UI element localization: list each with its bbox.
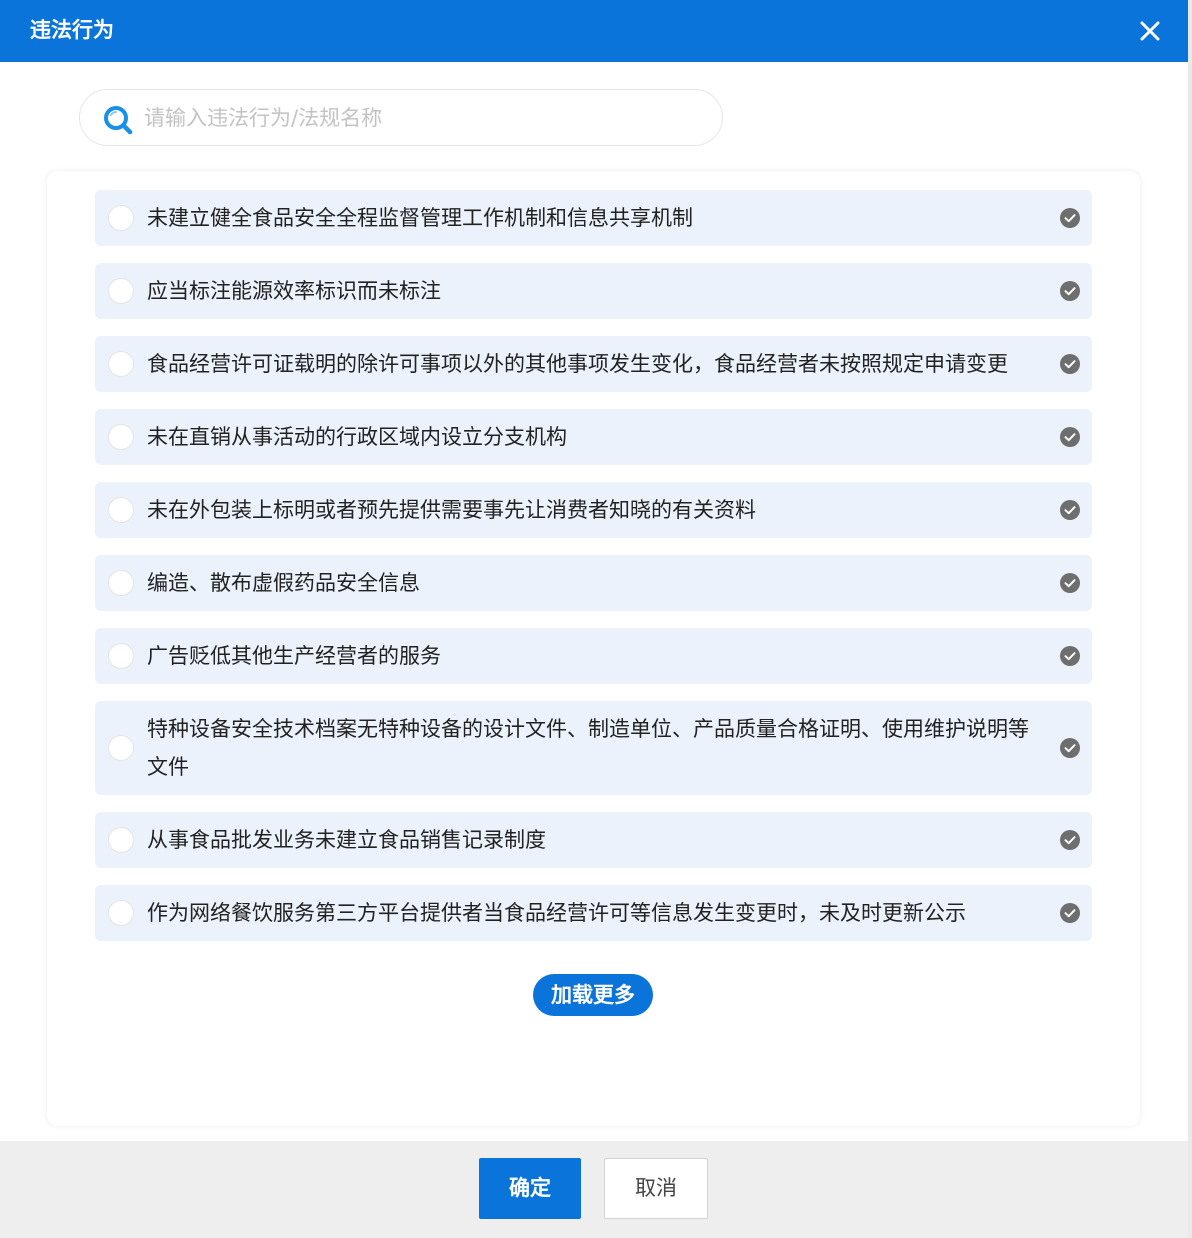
violation-list: 未建立健全食品安全全程监督管理工作机制和信息共享机制 应当标注能源效率标识而未标注… <box>95 190 1092 958</box>
list-item-label: 作为网络餐饮服务第三方平台提供者当食品经营许可等信息发生变更时，未及时更新公示 <box>147 901 966 925</box>
radio-button[interactable] <box>108 827 134 853</box>
radio-button[interactable] <box>108 424 134 450</box>
radio-button[interactable] <box>108 497 134 523</box>
list-item-label: 特种设备安全技术档案无特种设备的设计文件、制造单位、产品质量合格证明、使用维护说… <box>147 717 1029 779</box>
list-item[interactable]: 食品经营许可证载明的除许可事项以外的其他事项发生变化，食品经营者未按照规定申请变… <box>95 336 1092 392</box>
check-circle-icon <box>1060 427 1080 447</box>
list-item[interactable]: 未在直销从事活动的行政区域内设立分支机构 <box>95 409 1092 465</box>
list-item-label: 未建立健全食品安全全程监督管理工作机制和信息共享机制 <box>147 206 693 230</box>
list-item-label: 未在直销从事活动的行政区域内设立分支机构 <box>147 425 567 449</box>
results-panel: 未建立健全食品安全全程监督管理工作机制和信息共享机制 应当标注能源效率标识而未标注… <box>47 171 1140 1126</box>
check-circle-icon <box>1060 646 1080 666</box>
violation-dialog: 违法行为 未建立健全食品安全全程监督管理工作机制和信息共享机制应当标注能源效率标… <box>0 0 1188 1238</box>
dialog-footer: 确定 取消 <box>0 1141 1188 1238</box>
list-item[interactable]: 未在外包装上标明或者预先提供需要事先让消费者知晓的有关资料 <box>95 482 1092 538</box>
search-icon[interactable] <box>102 104 134 136</box>
list-item-label: 编造、散布虚假药品安全信息 <box>147 571 420 595</box>
dialog-header: 违法行为 <box>0 0 1188 62</box>
list-item[interactable]: 未建立健全食品安全全程监督管理工作机制和信息共享机制 <box>95 190 1092 246</box>
check-circle-icon <box>1060 903 1080 923</box>
cancel-button[interactable]: 取消 <box>604 1158 708 1219</box>
list-item-label: 从事食品批发业务未建立食品销售记录制度 <box>147 828 546 852</box>
radio-button[interactable] <box>108 205 134 231</box>
check-circle-icon <box>1060 281 1080 301</box>
check-circle-icon <box>1060 354 1080 374</box>
search-input[interactable] <box>144 99 704 137</box>
confirm-button[interactable]: 确定 <box>479 1158 581 1219</box>
search-box <box>79 89 723 146</box>
list-item[interactable]: 编造、散布虚假药品安全信息 <box>95 555 1092 611</box>
dialog-title: 违法行为 <box>30 18 114 42</box>
radio-button[interactable] <box>108 643 134 669</box>
scrollbar-track <box>1188 0 1192 1238</box>
radio-button[interactable] <box>108 900 134 926</box>
list-item[interactable]: 作为网络餐饮服务第三方平台提供者当食品经营许可等信息发生变更时，未及时更新公示 <box>95 885 1092 941</box>
check-circle-icon <box>1060 500 1080 520</box>
list-item-label: 食品经营许可证载明的除许可事项以外的其他事项发生变化，食品经营者未按照规定申请变… <box>147 352 1008 376</box>
check-circle-icon <box>1060 738 1080 758</box>
check-circle-icon <box>1060 208 1080 228</box>
check-circle-icon <box>1060 830 1080 850</box>
list-item-label: 未在外包装上标明或者预先提供需要事先让消费者知晓的有关资料 <box>147 498 756 522</box>
list-item[interactable]: 特种设备安全技术档案无特种设备的设计文件、制造单位、产品质量合格证明、使用维护说… <box>95 701 1092 795</box>
check-circle-icon <box>1060 573 1080 593</box>
radio-button[interactable] <box>108 351 134 377</box>
list-item[interactable]: 应当标注能源效率标识而未标注 <box>95 263 1092 319</box>
list-item[interactable]: 从事食品批发业务未建立食品销售记录制度 <box>95 812 1092 868</box>
list-item-label: 应当标注能源效率标识而未标注 <box>147 279 441 303</box>
radio-button[interactable] <box>108 570 134 596</box>
close-icon[interactable] <box>1135 16 1165 46</box>
radio-button[interactable] <box>108 278 134 304</box>
list-item-label: 广告贬低其他生产经营者的服务 <box>147 644 441 668</box>
radio-button[interactable] <box>108 735 134 761</box>
list-item[interactable]: 广告贬低其他生产经营者的服务 <box>95 628 1092 684</box>
load-more-button[interactable]: 加载更多 <box>533 974 653 1016</box>
